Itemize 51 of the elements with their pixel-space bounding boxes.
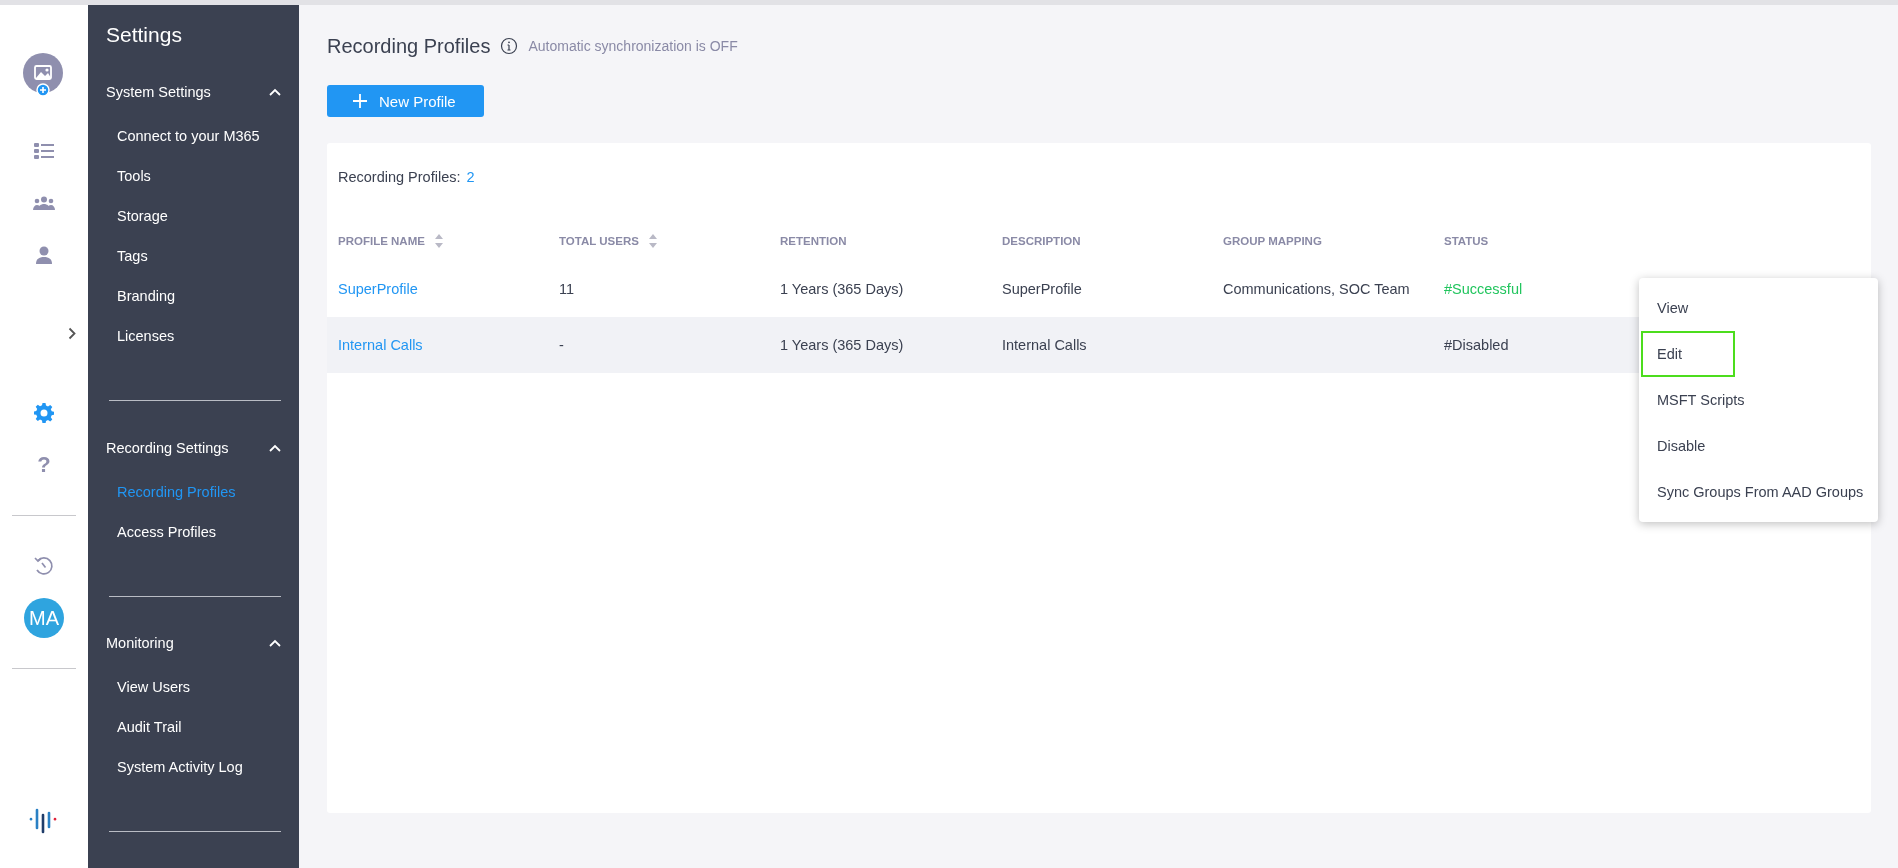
sort-icon[interactable] — [648, 234, 657, 248]
count-label: Recording Profiles: — [338, 169, 461, 185]
menu-item[interactable]: MSFT Scripts — [1641, 377, 1876, 423]
table-row[interactable]: Internal Calls - 1 Years (365 Days) Internal Calls #Disabled — [327, 317, 1639, 373]
sync-status-note: Automatic synchronization is OFF — [528, 38, 738, 54]
chevron-up-icon[interactable] — [269, 88, 281, 97]
chevron-up-icon[interactable] — [269, 638, 281, 647]
column-header: RETENTION — [780, 235, 847, 247]
menu-item[interactable]: Sync Groups From AAD Groups — [1641, 469, 1876, 515]
menu-item[interactable]: Edit — [1641, 331, 1735, 377]
menu-item[interactable]: Disable — [1641, 423, 1876, 469]
status-text: #Successful — [1444, 281, 1523, 297]
table-cell: - — [559, 337, 564, 353]
chevron-right-icon[interactable] — [68, 326, 76, 340]
gear-icon[interactable] — [34, 403, 54, 423]
info-icon[interactable] — [500, 37, 519, 55]
status-text: #Disabled — [1444, 337, 1509, 353]
table-cell: 1 Years (365 Days) — [780, 337, 904, 353]
column-header: DESCRIPTION — [1002, 235, 1081, 247]
chevron-up-icon[interactable] — [269, 443, 281, 452]
history-icon[interactable] — [34, 556, 54, 576]
table-cell: 11 — [559, 281, 575, 297]
sidebar-item[interactable]: View Users — [106, 667, 281, 708]
table-cell: SuperProfile — [1002, 281, 1082, 297]
column-header: STATUS — [1444, 235, 1489, 247]
person-icon[interactable] — [36, 246, 52, 264]
list-icon[interactable] — [34, 142, 54, 160]
plus-icon — [353, 94, 367, 108]
sidebar-item[interactable]: Access Profiles — [106, 511, 281, 552]
sort-icon[interactable] — [434, 234, 443, 248]
image-avatar-icon[interactable] — [22, 52, 66, 98]
table-cell: 1 Years (365 Days) — [780, 281, 904, 297]
section-header[interactable]: Recording Settings — [106, 439, 229, 456]
sidebar-item[interactable]: System Activity Log — [106, 747, 281, 788]
column-header: GROUP MAPPING — [1223, 235, 1322, 247]
page-title: Recording Profiles — [327, 34, 491, 58]
menu-item[interactable]: View — [1641, 285, 1876, 331]
sidebar-item[interactable]: Storage — [106, 196, 281, 237]
table-cell: Communications, SOC Team — [1223, 281, 1410, 297]
team-icon[interactable] — [33, 196, 55, 210]
table-cell: Internal Calls — [1002, 337, 1087, 353]
profile-count: 2 — [466, 169, 475, 185]
section-header[interactable]: System Settings — [106, 84, 211, 101]
section-header[interactable]: Monitoring — [106, 634, 174, 651]
sidebar-item[interactable]: Licenses — [106, 316, 281, 357]
sidebar-item[interactable]: Audit Trail — [106, 707, 281, 748]
sidebar-title: Settings — [106, 23, 183, 47]
sidebar-item[interactable]: Tools — [106, 156, 281, 197]
sidebar-item[interactable]: Tags — [106, 236, 281, 277]
sidebar-item[interactable]: Connect to your M365 — [106, 116, 281, 157]
sidebar-item[interactable]: Branding — [106, 276, 281, 317]
